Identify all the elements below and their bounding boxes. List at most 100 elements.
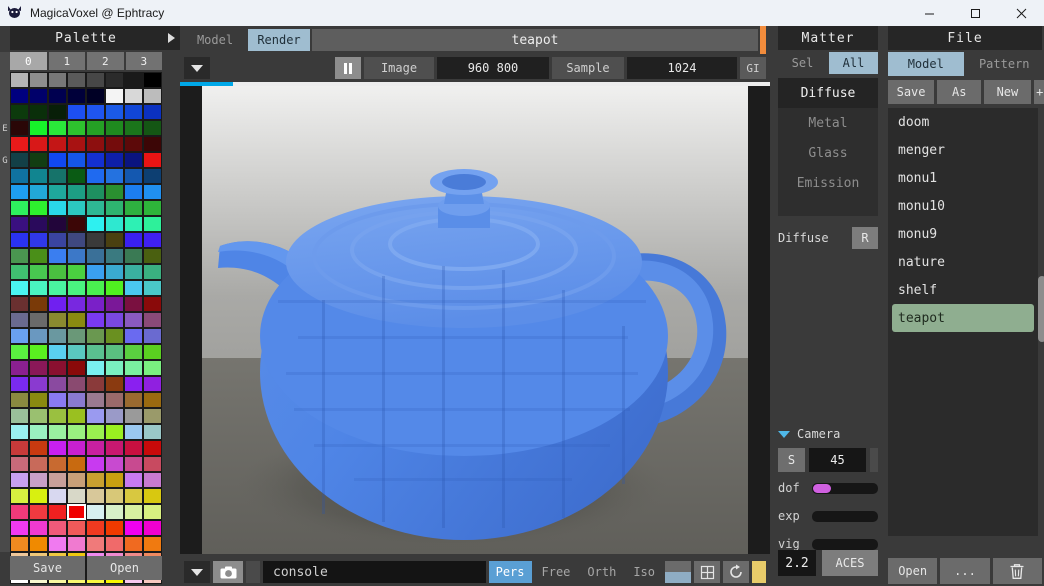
palette-swatch[interactable] — [86, 504, 105, 520]
palette-expand-button[interactable] — [162, 26, 180, 50]
palette-swatch[interactable] — [143, 264, 162, 280]
palette-swatch[interactable] — [10, 472, 29, 488]
palette-swatch[interactable] — [143, 344, 162, 360]
palette-swatch[interactable] — [48, 152, 67, 168]
palette-swatch[interactable] — [86, 216, 105, 232]
palette-swatch[interactable] — [105, 88, 124, 104]
palette-swatch[interactable] — [48, 216, 67, 232]
palette-swatch[interactable] — [143, 312, 162, 328]
palette-swatch[interactable] — [10, 312, 29, 328]
palette-swatch[interactable] — [48, 440, 67, 456]
palette-swatch[interactable] — [105, 168, 124, 184]
palette-swatch[interactable] — [29, 104, 48, 120]
palette-tab-2[interactable]: 2 — [87, 52, 124, 70]
file-list-item[interactable]: teapot — [892, 304, 1034, 332]
palette-swatch[interactable] — [86, 280, 105, 296]
palette-swatch[interactable] — [124, 360, 143, 376]
maximize-button[interactable] — [952, 0, 998, 26]
palette-swatch[interactable] — [143, 232, 162, 248]
palette-swatch[interactable] — [105, 376, 124, 392]
palette-swatch[interactable] — [124, 120, 143, 136]
palette-swatch[interactable] — [10, 440, 29, 456]
palette-swatch[interactable] — [10, 200, 29, 216]
palette-swatch[interactable] — [48, 280, 67, 296]
palette-swatch[interactable] — [10, 104, 29, 120]
slider-dof-thumb[interactable] — [813, 484, 831, 493]
palette-swatch[interactable] — [143, 216, 162, 232]
palette-swatch[interactable] — [29, 520, 48, 536]
palette-swatch[interactable] — [48, 472, 67, 488]
file-list-item[interactable]: nature — [888, 248, 1038, 276]
camera-section-header[interactable]: Camera — [778, 424, 878, 444]
palette-swatch[interactable] — [48, 488, 67, 504]
palette-swatch[interactable] — [48, 424, 67, 440]
palette-swatch[interactable] — [124, 248, 143, 264]
palette-swatch[interactable] — [105, 200, 124, 216]
palette-swatch[interactable] — [48, 72, 67, 88]
palette-swatch[interactable] — [143, 360, 162, 376]
scope-sel-button[interactable]: Sel — [778, 52, 827, 74]
palette-swatch[interactable] — [29, 152, 48, 168]
palette-swatch[interactable] — [86, 88, 105, 104]
palette-swatch[interactable] — [105, 280, 124, 296]
palette-swatch[interactable] — [29, 264, 48, 280]
palette-swatch[interactable] — [29, 280, 48, 296]
palette-swatch[interactable] — [67, 360, 86, 376]
palette-swatch[interactable] — [143, 152, 162, 168]
palette-swatch[interactable] — [105, 488, 124, 504]
palette-swatch[interactable] — [10, 360, 29, 376]
palette-swatch[interactable] — [105, 232, 124, 248]
palette-swatch[interactable] — [10, 216, 29, 232]
palette-swatch[interactable] — [10, 168, 29, 184]
matter-reset-button[interactable]: R — [852, 227, 878, 249]
palette-swatch[interactable] — [124, 344, 143, 360]
palette-swatch[interactable] — [143, 72, 162, 88]
ground-color-toggle[interactable] — [665, 561, 691, 583]
file-new-button[interactable]: New — [984, 80, 1030, 104]
palette-swatch[interactable] — [124, 424, 143, 440]
palette-swatch[interactable] — [48, 248, 67, 264]
palette-swatch[interactable] — [10, 344, 29, 360]
palette-swatch[interactable] — [29, 88, 48, 104]
palette-swatch[interactable] — [48, 520, 67, 536]
console-input[interactable]: console — [263, 561, 486, 583]
highlight-color-swatch[interactable] — [752, 561, 766, 583]
palette-swatch[interactable] — [143, 392, 162, 408]
palette-swatch[interactable] — [67, 232, 86, 248]
palette-swatch[interactable] — [86, 184, 105, 200]
palette-swatch[interactable] — [124, 88, 143, 104]
palette-swatch[interactable] — [124, 264, 143, 280]
palette-swatch[interactable] — [48, 120, 67, 136]
palette-swatch[interactable] — [124, 488, 143, 504]
view-mode-free[interactable]: Free — [535, 561, 578, 583]
palette-swatch[interactable] — [105, 328, 124, 344]
file-more-button[interactable]: ... — [940, 558, 989, 584]
palette-swatch[interactable] — [29, 376, 48, 392]
palette-swatch[interactable] — [67, 216, 86, 232]
pause-render-button[interactable] — [335, 57, 361, 79]
close-button[interactable] — [998, 0, 1044, 26]
view-mode-iso[interactable]: Iso — [626, 561, 662, 583]
palette-swatch[interactable] — [10, 296, 29, 312]
palette-swatch[interactable] — [67, 200, 86, 216]
palette-swatch[interactable] — [67, 296, 86, 312]
palette-swatch[interactable] — [124, 392, 143, 408]
palette-swatch[interactable] — [67, 168, 86, 184]
palette-swatch[interactable] — [29, 120, 48, 136]
palette-swatch[interactable] — [48, 168, 67, 184]
palette-swatch[interactable] — [124, 504, 143, 520]
file-list-item[interactable]: monu1 — [888, 164, 1038, 192]
gi-toggle[interactable]: GI — [740, 57, 766, 79]
palette-swatch[interactable] — [86, 104, 105, 120]
palette-swatch[interactable] — [86, 392, 105, 408]
file-save-as-button[interactable]: As — [937, 80, 981, 104]
palette-swatch[interactable] — [29, 296, 48, 312]
palette-tab-3[interactable]: 3 — [126, 52, 163, 70]
palette-swatch[interactable] — [29, 456, 48, 472]
palette-swatch[interactable] — [124, 200, 143, 216]
palette-swatch[interactable] — [29, 168, 48, 184]
palette-swatch[interactable] — [29, 200, 48, 216]
palette-swatch[interactable] — [124, 216, 143, 232]
palette-swatch[interactable] — [86, 440, 105, 456]
palette-swatch[interactable] — [105, 504, 124, 520]
